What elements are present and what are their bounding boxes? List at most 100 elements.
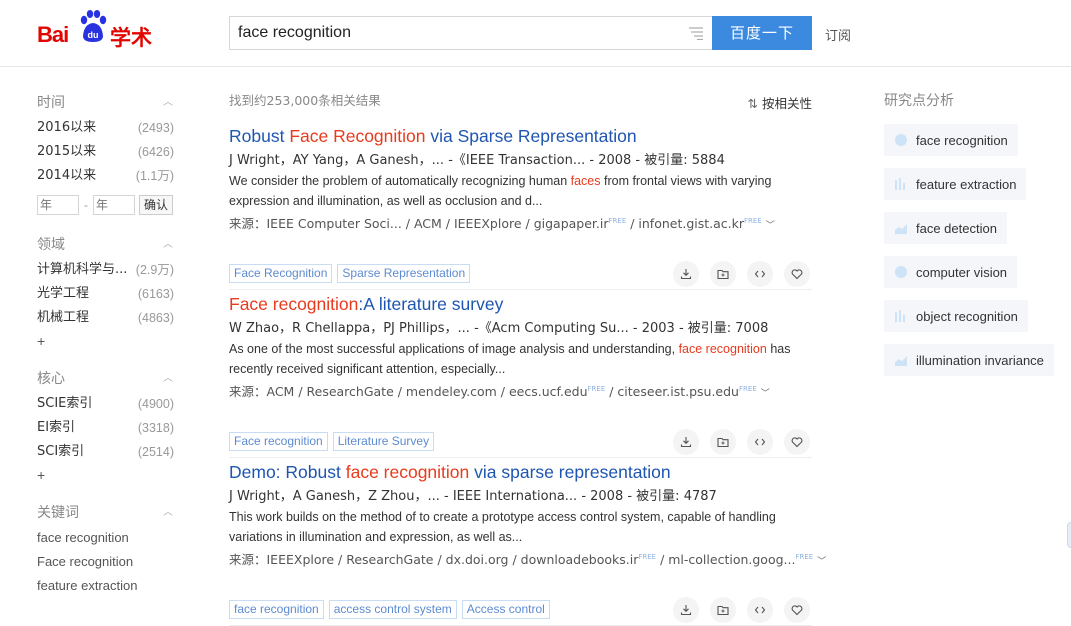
filter-item[interactable]: SCIE索引 (4900) <box>37 392 177 416</box>
filter-section-header[interactable]: 时间 ︿ <box>37 90 177 116</box>
source-text: / citeseer.ist.psu.edu <box>605 384 739 400</box>
analysis-item-label: feature extraction <box>916 176 1017 192</box>
keyword-item[interactable]: feature extraction <box>37 574 177 598</box>
chevron-up-icon[interactable]: ︿ <box>163 232 173 258</box>
side-float-tab[interactable] <box>1067 522 1071 548</box>
filter-item-count: (4863) <box>137 311 174 325</box>
tag-list: Face recognition Literature Survey <box>229 432 439 452</box>
search-button[interactable]: 百度一下 <box>712 16 812 50</box>
filter-item-label: 光学工程 <box>37 286 90 301</box>
filter-section-header[interactable]: 关键词 ︿ <box>37 500 177 526</box>
logo-paw-text: du <box>88 30 99 40</box>
search-input[interactable] <box>230 17 670 49</box>
analysis-item-label: face recognition <box>916 132 1008 148</box>
analysis-item[interactable]: face recognition <box>884 124 1018 156</box>
sort-dropdown[interactable]: ⇅ 按相关性 <box>748 93 813 112</box>
analysis-item[interactable]: object recognition <box>884 300 1028 332</box>
keyword-tag[interactable]: Face Recognition <box>229 264 333 283</box>
filter-item[interactable]: 2014以来 (1.1万) <box>37 164 177 188</box>
analysis-item[interactable]: computer vision <box>884 256 1018 288</box>
search-box <box>229 16 712 50</box>
filter-item-count: (6163) <box>137 287 174 301</box>
filter-item[interactable]: 2016以来 (2493) <box>37 116 177 140</box>
confirm-button[interactable]: 确认 <box>139 195 173 215</box>
favorite-button[interactable] <box>784 597 810 623</box>
chevron-down-icon[interactable]: ﹀ <box>817 557 826 567</box>
result-sources[interactable]: 来源：IEEEXplore / ResearchGate / dx.doi.or… <box>229 547 826 572</box>
analysis-item[interactable]: feature extraction <box>884 168 1027 200</box>
filter-item[interactable]: 机械工程 (4863) <box>37 306 177 330</box>
result-sources[interactable]: 来源：ACM / ResearchGate / mendeley.com / e… <box>229 379 812 404</box>
more-button[interactable]: + <box>37 464 177 486</box>
code-icon <box>754 438 766 446</box>
filter-item[interactable]: EI索引 (3318) <box>37 416 177 440</box>
filter-item-count: (3318) <box>137 421 174 435</box>
keyword-tag[interactable]: Literature Survey <box>332 432 435 451</box>
cite-button[interactable] <box>747 429 773 455</box>
bar-chart-icon <box>895 178 905 190</box>
collect-button[interactable] <box>710 597 736 623</box>
result-title[interactable]: Robust Face Recognition via Sparse Repre… <box>229 122 812 149</box>
filter-section-title: 核心 <box>37 371 65 387</box>
result-title[interactable]: Demo: Robust face recognition via sparse… <box>229 458 812 485</box>
analysis-item[interactable]: face detection <box>884 212 1007 244</box>
download-button[interactable] <box>673 261 699 287</box>
year-from-input[interactable] <box>37 195 79 215</box>
analysis-item[interactable]: illumination invariance <box>884 344 1054 376</box>
favorite-button[interactable] <box>784 261 810 287</box>
chevron-down-icon[interactable]: ﹀ <box>761 389 770 399</box>
keyword-tag[interactable]: Face recognition <box>229 432 328 451</box>
chevron-up-icon[interactable]: ︿ <box>163 90 173 116</box>
download-icon <box>680 605 692 616</box>
keyword-tag[interactable]: access control system <box>328 600 457 619</box>
baidu-xueshu-logo[interactable]: Bai du 学术 <box>37 10 157 50</box>
result-meta: J Wright，A Ganesh，Z Zhou，... - IEEE Inte… <box>229 489 717 504</box>
keyword-tag[interactable]: Sparse Representation <box>337 264 471 283</box>
cite-button[interactable] <box>747 597 773 623</box>
more-button[interactable]: + <box>37 330 177 352</box>
result-abstract: We consider the problem of automatically… <box>229 171 812 211</box>
keyword-tag[interactable]: face recognition <box>229 600 324 619</box>
year-to-input[interactable] <box>93 195 135 215</box>
keyword-tag[interactable]: Access control <box>461 600 550 619</box>
analysis-item-label: computer vision <box>916 264 1008 280</box>
tag-list: face recognition access control system A… <box>229 600 555 620</box>
collect-button[interactable] <box>710 261 736 287</box>
favorite-button[interactable] <box>784 429 810 455</box>
pie-icon <box>895 134 907 146</box>
folder-icon <box>717 437 729 448</box>
keyword-item[interactable]: Face recognition <box>37 550 177 574</box>
filter-item[interactable]: 光学工程 (6163) <box>37 282 177 306</box>
result-actions <box>662 261 810 287</box>
chevron-up-icon[interactable]: ︿ <box>163 366 173 392</box>
filter-item[interactable]: 计算机科学与... (2.9万) <box>37 258 177 282</box>
filter-section-title: 时间 <box>37 95 65 111</box>
source-text: 来源：ACM / ResearchGate / mendeley.com / e… <box>229 384 588 400</box>
filter-item-count: (6426) <box>137 145 174 159</box>
filter-item-label: 2015以来 <box>37 144 97 159</box>
filter-item[interactable]: SCI索引 (2514) <box>37 440 177 464</box>
filter-section-header[interactable]: 核心 ︿ <box>37 366 177 392</box>
folder-icon <box>717 269 729 280</box>
title-text: Demo: Robust <box>229 462 346 482</box>
cite-button[interactable] <box>747 261 773 287</box>
filter-section-header[interactable]: 领域 ︿ <box>37 232 177 258</box>
chevron-down-icon[interactable]: ﹀ <box>766 221 775 231</box>
analysis-row: computer vision <box>884 244 1064 288</box>
filter-item-count: (1.1万) <box>135 169 174 183</box>
download-icon <box>680 269 692 280</box>
collect-button[interactable] <box>710 429 736 455</box>
result-title[interactable]: Face recognition:A literature survey <box>229 290 812 317</box>
result-meta: W Zhao，R Chellappa，PJ Phillips，... -《Acm… <box>229 321 769 336</box>
download-button[interactable] <box>673 597 699 623</box>
subscribe-link[interactable]: 订阅 <box>825 25 851 44</box>
title-text: via sparse representation <box>469 462 671 482</box>
chevron-up-icon[interactable]: ︿ <box>163 500 173 526</box>
source-text: / ml-collection.goog... <box>656 552 796 568</box>
download-button[interactable] <box>673 429 699 455</box>
keyword-item[interactable]: face recognition <box>37 526 177 550</box>
analysis-row: feature extraction <box>884 156 1064 200</box>
filter-item[interactable]: 2015以来 (6426) <box>37 140 177 164</box>
result-sources[interactable]: 来源：IEEE Computer Soci... / ACM / IEEEXpl… <box>229 211 812 236</box>
filter-icon[interactable] <box>688 26 704 40</box>
